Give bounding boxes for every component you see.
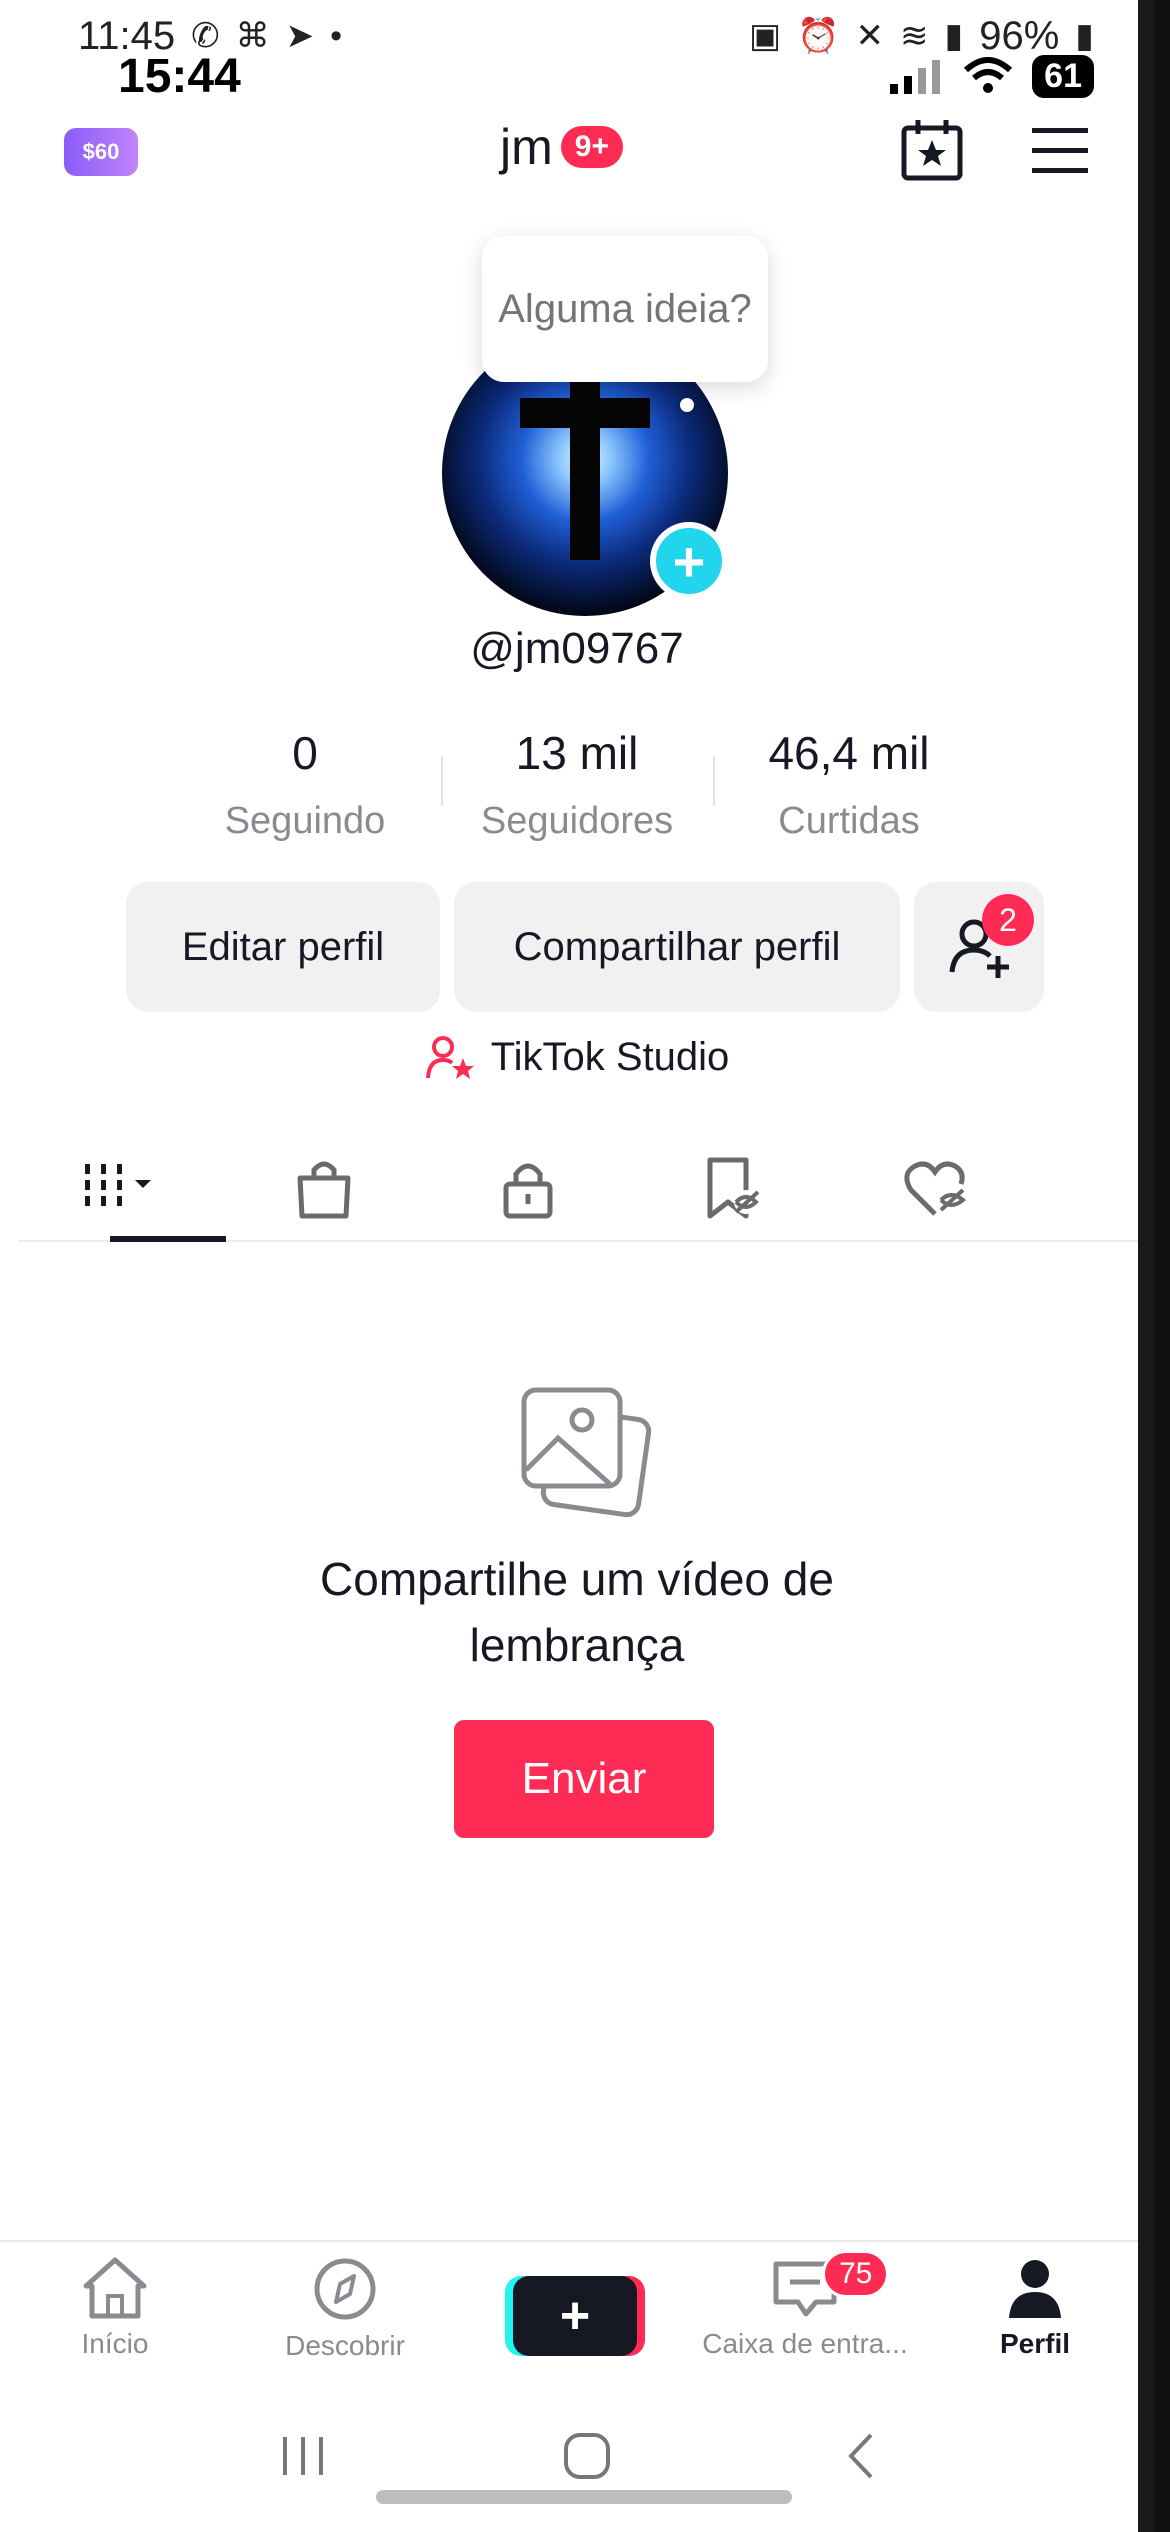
ios-status-bar: 15:44 61 xyxy=(118,48,1094,104)
tab-private[interactable] xyxy=(426,1136,630,1240)
ios-battery: 61 xyxy=(1032,54,1094,98)
empty-state-text: Compartilhe um vídeo de lembrança xyxy=(320,1553,834,1671)
idea-bubble[interactable]: Alguma ideia? xyxy=(482,236,768,382)
compass-icon xyxy=(314,2258,376,2320)
plus-icon: + xyxy=(672,529,706,593)
stat-label: Curtidas xyxy=(778,800,920,842)
plus-icon: + xyxy=(559,2287,591,2345)
page-title: jm xyxy=(500,119,553,175)
cellular-icon xyxy=(890,60,941,94)
edit-profile-button[interactable]: Editar perfil xyxy=(126,882,440,1012)
nav-home[interactable]: Início xyxy=(0,2242,230,2382)
grid-videos-icon xyxy=(85,1164,151,1206)
content-tabs xyxy=(18,1136,1154,1242)
lock-icon xyxy=(503,1163,553,1219)
photo-stack-icon xyxy=(521,1387,652,1518)
nav-label: Início xyxy=(81,2328,149,2359)
menu-icon[interactable] xyxy=(1028,124,1092,178)
inbox-badge: 75 xyxy=(822,2250,890,2298)
add-friends-button[interactable]: 2 xyxy=(914,882,1044,1012)
wifi-icon-ios xyxy=(964,57,1013,93)
username: @jm09767 xyxy=(470,624,684,673)
share-profile-button[interactable]: Compartilhar perfil xyxy=(454,882,900,1012)
app-screen: 11:45 ✆ ⌘ ➤ • ▣ ⏰ ✕ ≋ ▮ 96% ▮ 15:44 61 $… xyxy=(0,0,1154,2532)
system-navigation xyxy=(0,2416,1154,2496)
home-icon xyxy=(83,2257,147,2319)
send-button[interactable]: Enviar xyxy=(454,1720,714,1838)
nav-create[interactable]: + xyxy=(460,2242,690,2382)
profile-header: $60 jm 9+ xyxy=(0,118,1154,188)
coin-badge[interactable]: $60 xyxy=(64,128,138,176)
account-switcher[interactable]: jm 9+ xyxy=(500,118,623,176)
shopping-bag-icon xyxy=(297,1161,351,1219)
stat-value: 13 mil xyxy=(515,727,639,779)
nav-label: Caixa de entra... xyxy=(702,2328,908,2359)
stat-value: 46,4 mil xyxy=(768,727,930,779)
nav-profile[interactable]: Perfil xyxy=(920,2242,1150,2382)
tab-reposts[interactable] xyxy=(630,1136,834,1240)
profile-stats: 0 Seguindo 13 mil Seguidores 46,4 mil Cu… xyxy=(0,726,1154,843)
tab-shop[interactable] xyxy=(222,1136,426,1240)
bookmark-hidden-icon xyxy=(707,1157,760,1219)
studio-label: TikTok Studio xyxy=(490,1034,730,1079)
tab-liked[interactable] xyxy=(834,1136,1038,1240)
friends-badge: 2 xyxy=(982,894,1034,946)
person-icon xyxy=(1009,2260,1061,2318)
nav-label: Descobrir xyxy=(285,2330,405,2361)
home-button-icon[interactable] xyxy=(560,2429,614,2483)
recent-apps-icon[interactable] xyxy=(273,2431,333,2481)
bubble-tail xyxy=(680,398,694,412)
notification-badge: 9+ xyxy=(560,126,623,168)
nav-label: Perfil xyxy=(999,2328,1071,2359)
stat-following[interactable]: 0 Seguindo xyxy=(169,726,441,843)
stat-label: Seguindo xyxy=(224,800,386,842)
screen-edge xyxy=(1138,0,1154,2532)
tiktok-studio-link[interactable]: TikTok Studio xyxy=(0,1034,1154,1080)
stat-likes[interactable]: 46,4 mil Curtidas xyxy=(713,726,985,843)
home-indicator[interactable] xyxy=(376,2490,792,2504)
stat-value: 0 xyxy=(292,727,318,779)
calendar-star-icon[interactable] xyxy=(900,118,964,182)
heart-hidden-icon xyxy=(904,1161,967,1216)
create-button[interactable]: + xyxy=(513,2276,637,2356)
stat-followers[interactable]: 13 mil Seguidores xyxy=(441,726,713,843)
stat-label: Seguidores xyxy=(480,800,674,842)
tab-videos[interactable] xyxy=(18,1136,226,1242)
back-icon[interactable] xyxy=(841,2429,881,2483)
nav-inbox[interactable]: 75 Caixa de entra... xyxy=(690,2242,920,2382)
studio-icon xyxy=(425,1036,474,1079)
bottom-navigation: Início Descobrir + 75 Caixa de entra... xyxy=(0,2240,1154,2382)
ios-time: 15:44 xyxy=(118,49,241,103)
nav-discover[interactable]: Descobrir xyxy=(230,2242,460,2382)
add-story-button[interactable]: + xyxy=(650,522,728,600)
